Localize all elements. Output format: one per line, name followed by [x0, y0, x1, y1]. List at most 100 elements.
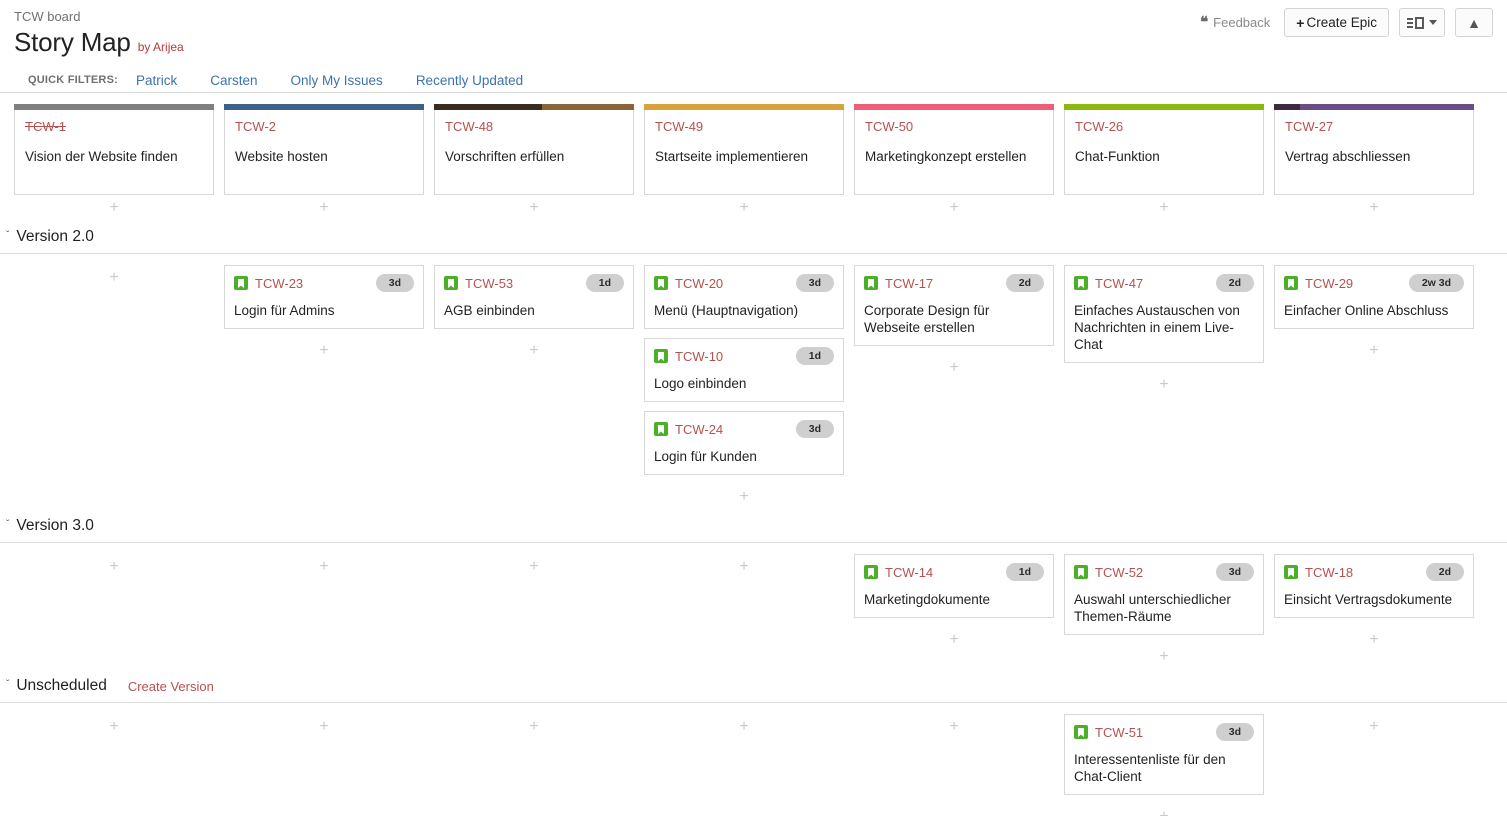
create-version-link[interactable]: Create Version: [128, 679, 214, 694]
story-key[interactable]: TCW-47: [1095, 276, 1143, 291]
story-column: +: [854, 714, 1054, 816]
story-card-identity: TCW-47: [1074, 276, 1143, 291]
story-key[interactable]: TCW-18: [1305, 565, 1353, 580]
add-story-placeholder[interactable]: +: [434, 554, 634, 579]
add-story-placeholder[interactable]: +: [854, 195, 1054, 220]
plus-icon: +: [1369, 341, 1379, 359]
add-story-placeholder[interactable]: +: [644, 484, 844, 509]
story-key[interactable]: TCW-51: [1095, 725, 1143, 740]
plus-icon: +: [739, 198, 749, 216]
add-story-placeholder[interactable]: +: [644, 195, 844, 220]
chevron-down-icon[interactable]: ˇ: [6, 231, 9, 241]
epic-key[interactable]: TCW-49: [655, 119, 833, 135]
story-summary: Marketingdokumente: [864, 592, 991, 607]
layout-toggle-button[interactable]: [1399, 8, 1445, 37]
add-story-placeholder[interactable]: +: [1274, 338, 1474, 363]
add-story-placeholder[interactable]: +: [224, 554, 424, 579]
epic-key[interactable]: TCW-27: [1285, 119, 1463, 135]
quick-filter-patrick[interactable]: Patrick: [136, 73, 177, 88]
add-story-placeholder[interactable]: +: [14, 554, 214, 579]
epic-card[interactable]: TCW-26 Chat-Funktion: [1064, 110, 1264, 195]
add-story-placeholder[interactable]: +: [644, 714, 844, 739]
chevron-double-up-icon: ▲: [1467, 14, 1481, 31]
epic-card[interactable]: TCW-2 Website hosten: [224, 110, 424, 195]
epic-card[interactable]: TCW-48 Vorschriften erfüllen: [434, 110, 634, 195]
quick-filter-carsten[interactable]: Carsten: [210, 73, 257, 88]
story-key[interactable]: TCW-29: [1305, 276, 1353, 291]
story-key[interactable]: TCW-20: [675, 276, 723, 291]
story-card[interactable]: TCW-17 2d Corporate Design für Webseite …: [854, 265, 1054, 346]
add-story-placeholder[interactable]: +: [434, 195, 634, 220]
add-story-placeholder[interactable]: +: [854, 714, 1054, 739]
add-story-placeholder[interactable]: +: [1274, 714, 1474, 739]
version-swimlane: ˇ Version 2.0 + TCW-23 3d Login für Admin…: [0, 220, 1507, 509]
epic-card[interactable]: TCW-50 Marketingkonzept erstellen: [854, 110, 1054, 195]
create-epic-button[interactable]: + Create Epic: [1284, 8, 1389, 37]
story-key[interactable]: TCW-17: [885, 276, 933, 291]
epic-card[interactable]: TCW-49 Startseite implementieren: [644, 110, 844, 195]
story-key[interactable]: TCW-53: [465, 276, 513, 291]
version-name[interactable]: Unscheduled: [16, 677, 106, 695]
story-card[interactable]: TCW-47 2d Einfaches Austauschen von Nach…: [1064, 265, 1264, 363]
estimate-badge: 3d: [1215, 723, 1254, 741]
epic-key[interactable]: TCW-1: [25, 119, 203, 135]
add-story-placeholder[interactable]: +: [1064, 804, 1264, 816]
version-row: + + + + TCW-14 1d Marketingdokumente + T…: [0, 543, 1507, 669]
story-summary: Auswahl unterschiedlicher Themen-Räume: [1074, 592, 1231, 624]
add-story-placeholder[interactable]: +: [224, 714, 424, 739]
add-story-placeholder[interactable]: +: [224, 195, 424, 220]
story-card[interactable]: TCW-29 2w 3d Einfacher Online Abschluss: [1274, 265, 1474, 329]
author-credit[interactable]: by Arijea: [138, 40, 184, 54]
epic-key[interactable]: TCW-48: [445, 119, 623, 135]
story-key[interactable]: TCW-10: [675, 349, 723, 364]
add-story-placeholder[interactable]: +: [1064, 372, 1264, 397]
story-card[interactable]: TCW-24 3d Login für Kunden: [644, 411, 844, 475]
story-card-identity: TCW-52: [1074, 565, 1143, 580]
version-name[interactable]: Version 2.0: [16, 228, 94, 246]
add-story-placeholder[interactable]: +: [14, 195, 214, 220]
estimate-badge: 1d: [795, 347, 834, 365]
story-card[interactable]: TCW-23 3d Login für Admins: [224, 265, 424, 329]
plus-icon: +: [949, 198, 959, 216]
story-card[interactable]: TCW-52 3d Auswahl unterschiedlicher Them…: [1064, 554, 1264, 635]
add-story-placeholder[interactable]: +: [854, 627, 1054, 652]
add-story-placeholder[interactable]: +: [644, 554, 844, 579]
story-column: TCW-52 3d Auswahl unterschiedlicher Them…: [1064, 554, 1264, 669]
story-card[interactable]: TCW-10 1d Logo einbinden: [644, 338, 844, 402]
add-story-placeholder[interactable]: +: [1274, 195, 1474, 220]
version-name[interactable]: Version 3.0: [16, 517, 94, 535]
quick-filter-only-my-issues[interactable]: Only My Issues: [291, 73, 383, 88]
quote-icon: ❝: [1200, 14, 1208, 31]
add-story-placeholder[interactable]: +: [224, 338, 424, 363]
add-story-placeholder[interactable]: +: [1274, 627, 1474, 652]
epic-key[interactable]: TCW-26: [1075, 119, 1253, 135]
collapse-header-button[interactable]: ▲: [1455, 8, 1493, 37]
story-key[interactable]: TCW-52: [1095, 565, 1143, 580]
epic-key[interactable]: TCW-2: [235, 119, 413, 135]
quick-filter-recently-updated[interactable]: Recently Updated: [416, 73, 523, 88]
story-card[interactable]: TCW-20 3d Menü (Hauptnavigation): [644, 265, 844, 329]
feedback-button[interactable]: ❝ Feedback: [1200, 15, 1274, 30]
chevron-down-icon[interactable]: ˇ: [6, 680, 9, 690]
plus-icon: +: [739, 557, 749, 575]
plus-icon: +: [319, 717, 329, 735]
story-card[interactable]: TCW-14 1d Marketingdokumente: [854, 554, 1054, 618]
add-story-placeholder[interactable]: +: [434, 714, 634, 739]
chevron-down-icon[interactable]: ˇ: [6, 520, 9, 530]
story-card[interactable]: TCW-51 3d Interessentenliste für den Cha…: [1064, 714, 1264, 795]
epic-key[interactable]: TCW-50: [865, 119, 1043, 135]
add-story-placeholder[interactable]: +: [1064, 195, 1264, 220]
story-card-header: TCW-20 3d: [654, 274, 834, 292]
epic-card[interactable]: TCW-1 Vision der Website finden: [14, 110, 214, 195]
add-story-placeholder[interactable]: +: [1064, 644, 1264, 669]
story-key[interactable]: TCW-23: [255, 276, 303, 291]
story-key[interactable]: TCW-14: [885, 565, 933, 580]
story-key[interactable]: TCW-24: [675, 422, 723, 437]
epic-card[interactable]: TCW-27 Vertrag abschliessen: [1274, 110, 1474, 195]
add-story-placeholder[interactable]: +: [14, 714, 214, 739]
add-story-placeholder[interactable]: +: [434, 338, 634, 363]
add-story-placeholder[interactable]: +: [14, 265, 214, 290]
add-story-placeholder[interactable]: +: [854, 355, 1054, 380]
story-card[interactable]: TCW-18 2d Einsicht Vertragsdokumente: [1274, 554, 1474, 618]
story-card[interactable]: TCW-53 1d AGB einbinden: [434, 265, 634, 329]
